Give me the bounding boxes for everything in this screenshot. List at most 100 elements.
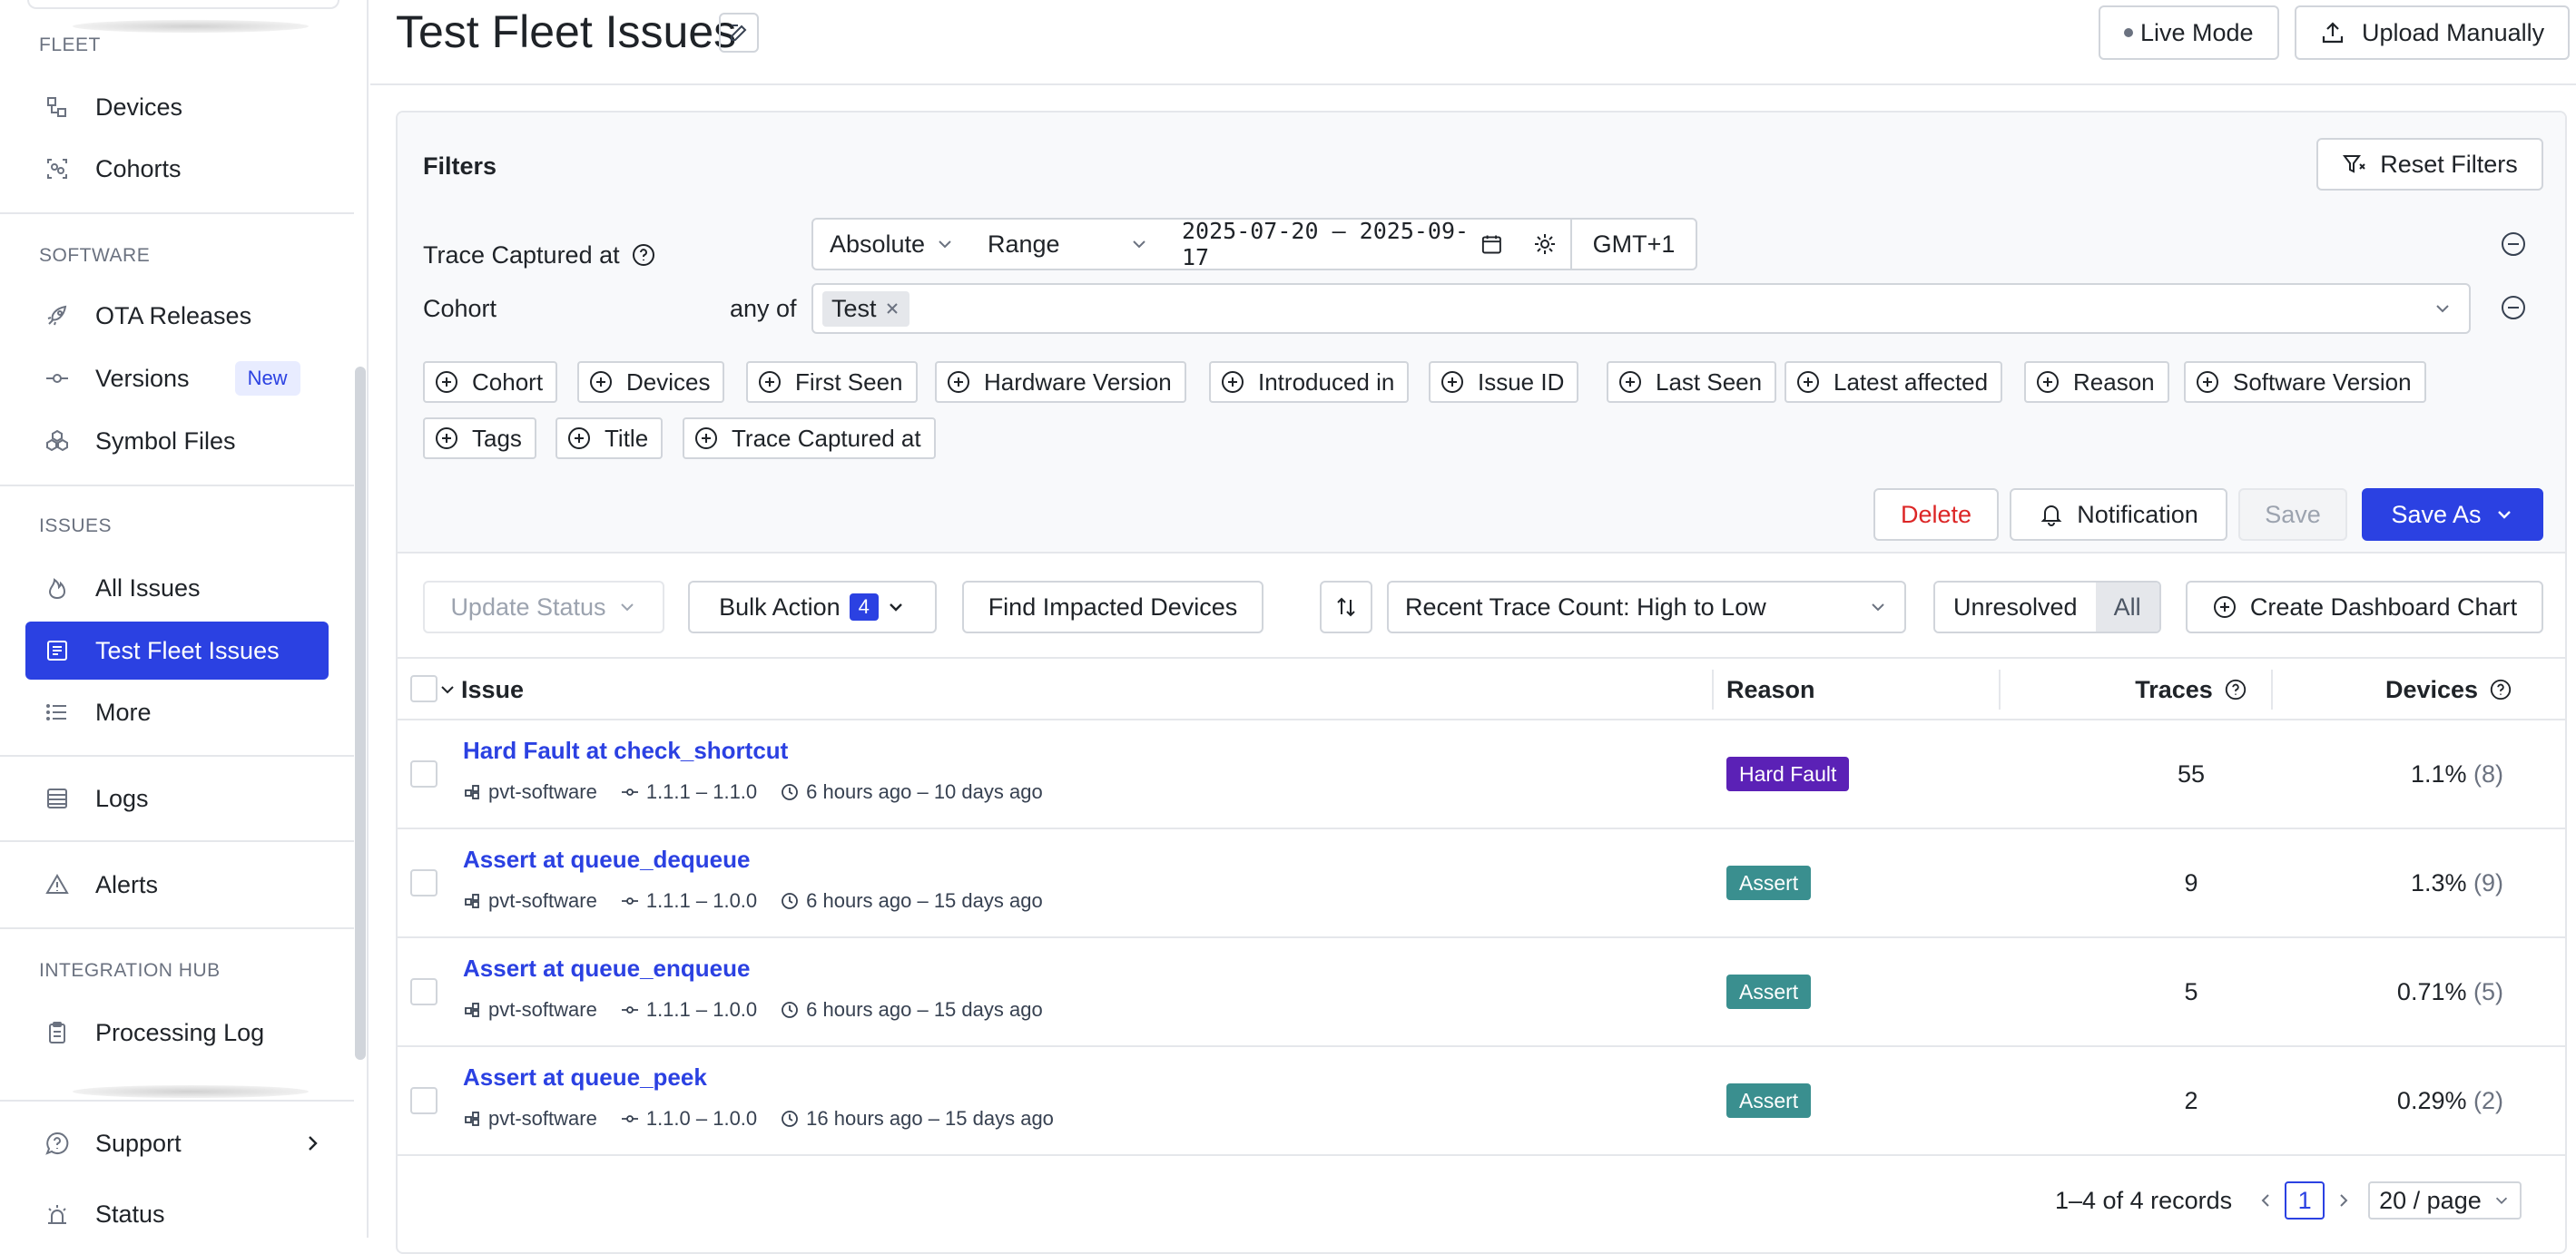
- chevron-down-icon: [2497, 511, 2511, 519]
- add-filter-tags[interactable]: Tags: [423, 417, 536, 459]
- logs-icon: [47, 789, 67, 808]
- sidebar-item-cohorts[interactable]: Cohorts: [25, 140, 329, 198]
- close-icon[interactable]: [884, 300, 900, 317]
- calendar-icon[interactable]: [1480, 232, 1503, 256]
- version-icon: [621, 897, 638, 905]
- add-filter-last-seen[interactable]: Last Seen: [1607, 361, 1777, 403]
- reason-badge: Assert: [1726, 975, 1812, 1009]
- rocket-icon: [47, 305, 67, 326]
- remove-filter-icon[interactable]: [2500, 230, 2527, 258]
- add-filter-software-version[interactable]: Software Version: [2184, 361, 2426, 403]
- add-filter-introduced-in[interactable]: Introduced in: [1209, 361, 1410, 403]
- bulk-action-label: Bulk Action: [719, 593, 841, 621]
- add-filter-reason[interactable]: Reason: [2024, 361, 2169, 403]
- table-top-rule: [398, 657, 2565, 659]
- page-1-button[interactable]: 1: [2285, 1181, 2325, 1220]
- timezone-select[interactable]: GMT+1: [1570, 218, 1697, 270]
- sidebar-item-all-issues[interactable]: All Issues: [25, 559, 329, 617]
- add-filter-trace-captured-at[interactable]: Trace Captured at: [683, 417, 936, 459]
- devices-percent: 1.3%: [2410, 869, 2467, 896]
- date-settings-button[interactable]: [1519, 218, 1572, 270]
- add-filter-hardware-version[interactable]: Hardware Version: [935, 361, 1186, 403]
- sidebar-item-symbol-files[interactable]: Symbol Files: [25, 412, 329, 470]
- upload-manually-button[interactable]: Upload Manually: [2295, 5, 2571, 60]
- page-size-value: 20 / page: [2379, 1186, 2482, 1214]
- column-separator: [1712, 670, 1714, 710]
- issue-title-link[interactable]: Assert at queue_dequeue: [463, 846, 750, 874]
- cohort-operator[interactable]: any of: [730, 283, 797, 334]
- row-checkbox[interactable]: [410, 1087, 438, 1114]
- add-filter-latest-affected[interactable]: Latest affected: [1785, 361, 2003, 403]
- reset-filters-button[interactable]: Reset Filters: [2316, 138, 2543, 191]
- sidebar-item-more[interactable]: More: [25, 683, 329, 741]
- chip-label: Issue ID: [1478, 367, 1565, 396]
- date-range-type-select[interactable]: Range: [971, 218, 1167, 270]
- chevron-down-icon: [1133, 240, 1145, 249]
- edit-title-button[interactable]: [719, 13, 759, 53]
- delete-button[interactable]: Delete: [1873, 488, 1999, 541]
- row-checkbox[interactable]: [410, 760, 438, 788]
- page-size-select[interactable]: 20 / page: [2368, 1181, 2522, 1220]
- support-chat-icon: [45, 1132, 69, 1155]
- add-filter-cohort[interactable]: Cohort: [423, 361, 558, 403]
- sidebar-item-logs[interactable]: Logs: [25, 769, 329, 828]
- sidebar-divider: [0, 927, 354, 929]
- sidebar-item-processing-log[interactable]: Processing Log: [25, 1004, 329, 1062]
- add-filter-issue-id[interactable]: Issue ID: [1429, 361, 1579, 403]
- sidebar-item-alerts[interactable]: Alerts: [25, 856, 329, 914]
- update-status-select[interactable]: Update Status: [423, 581, 664, 633]
- issue-title-link[interactable]: Assert at queue_peek: [463, 1063, 707, 1092]
- sidebar-scrollbar[interactable]: [355, 367, 366, 1060]
- live-mode-button[interactable]: Live Mode: [2099, 5, 2279, 60]
- date-range-input[interactable]: 2025-07-20 – 2025-09-17: [1165, 218, 1521, 270]
- chevron-left-icon[interactable]: [2256, 1190, 2276, 1210]
- sidebar-item-versions[interactable]: Versions New: [25, 349, 329, 407]
- sidebar-bottom-shadow: [73, 1085, 309, 1098]
- help-icon[interactable]: [2489, 678, 2512, 701]
- add-filter-devices[interactable]: Devices: [577, 361, 725, 403]
- sidebar-item-label: Test Fleet Issues: [95, 636, 280, 664]
- row-divider: [398, 1154, 2565, 1156]
- issue-meta: pvt-software 1.1.1 – 1.1.0 6 hours ago –…: [463, 780, 1043, 804]
- cohort-multiselect[interactable]: Test: [811, 283, 2471, 334]
- clock-icon: [782, 1002, 799, 1018]
- issue-title-link[interactable]: Assert at queue_enqueue: [463, 955, 750, 983]
- row-checkbox[interactable]: [410, 869, 438, 896]
- unresolved-toggle[interactable]: Unresolved: [1935, 583, 2096, 632]
- flame-icon: [48, 578, 66, 600]
- section-software: SOFTWARE: [39, 245, 151, 266]
- sort-direction-button[interactable]: [1320, 581, 1372, 633]
- help-icon[interactable]: [2224, 678, 2247, 701]
- sidebar-item-support[interactable]: Support: [25, 1114, 329, 1172]
- save-as-button[interactable]: Save As: [2362, 488, 2543, 541]
- chevron-down-icon[interactable]: [438, 680, 457, 700]
- create-dashboard-chart-button[interactable]: Create Dashboard Chart: [2186, 581, 2543, 633]
- sidebar-item-test-fleet-issues[interactable]: Test Fleet Issues: [25, 622, 329, 680]
- save-button[interactable]: Save: [2238, 488, 2347, 541]
- remove-filter-icon[interactable]: [2500, 294, 2527, 321]
- sort-select[interactable]: Recent Trace Count: High to Low: [1387, 581, 1906, 633]
- chevron-right-icon[interactable]: [2334, 1190, 2354, 1210]
- bulk-action-select[interactable]: Bulk Action 4: [688, 581, 937, 633]
- sidebar-item-status[interactable]: Status: [25, 1185, 329, 1243]
- date-mode-value: Absolute: [830, 230, 926, 258]
- select-all-checkbox[interactable]: [410, 675, 438, 702]
- gear-icon: [1535, 234, 1555, 254]
- chevron-down-icon: [1872, 603, 1884, 612]
- notification-button[interactable]: Notification: [2010, 488, 2227, 541]
- all-toggle[interactable]: All: [2095, 583, 2159, 632]
- issue-column-header[interactable]: Issue: [438, 670, 524, 710]
- add-filter-first-seen[interactable]: First Seen: [746, 361, 918, 403]
- issue-header-label: Issue: [461, 675, 525, 703]
- sidebar-item-ota-releases[interactable]: OTA Releases: [25, 287, 329, 345]
- traces-count: 2: [2184, 1087, 2198, 1114]
- column-separator: [1999, 670, 2001, 710]
- sidebar-item-devices[interactable]: Devices: [25, 78, 329, 136]
- row-checkbox[interactable]: [410, 978, 438, 1005]
- date-mode-select[interactable]: Absolute: [811, 218, 973, 270]
- add-filter-title[interactable]: Title: [556, 417, 664, 459]
- issue-title-link[interactable]: Hard Fault at check_shortcut: [463, 737, 788, 765]
- find-impacted-devices-button[interactable]: Find Impacted Devices: [962, 581, 1263, 633]
- help-icon[interactable]: [631, 242, 656, 268]
- project-icon: [465, 1112, 479, 1126]
